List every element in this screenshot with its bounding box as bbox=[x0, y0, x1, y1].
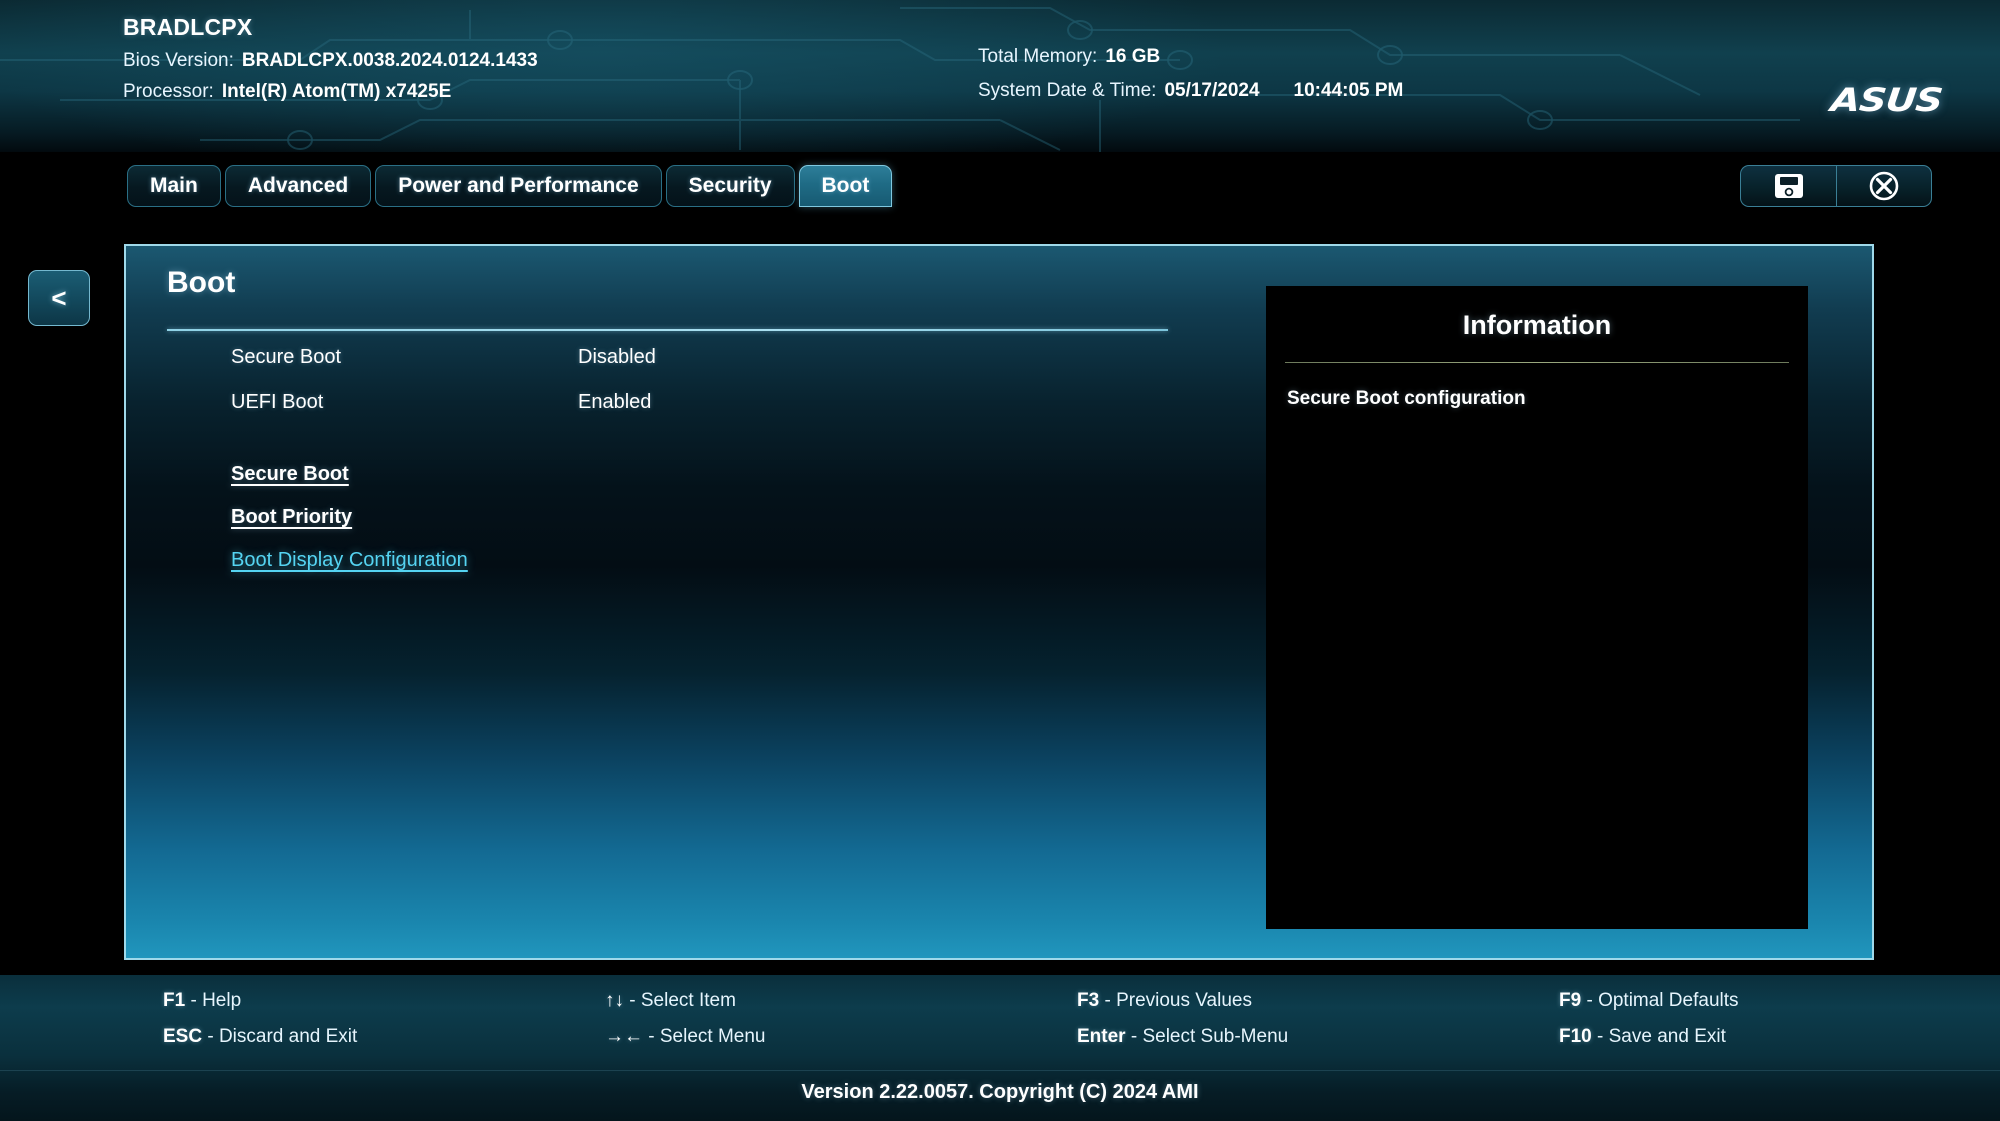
tab-power-and-performance[interactable]: Power and Performance bbox=[375, 165, 662, 207]
close-circle-icon bbox=[1869, 171, 1899, 201]
information-panel: Information Secure Boot configuration bbox=[1266, 286, 1808, 929]
tab-boot[interactable]: Boot bbox=[798, 165, 893, 207]
system-datetime-label: System Date & Time: bbox=[978, 80, 1157, 101]
settings-list: Secure Boot Disabled UEFI Boot Enabled bbox=[231, 346, 1231, 422]
processor-label: Processor: bbox=[123, 81, 214, 102]
hotkey-desc-esc: - Discard and Exit bbox=[202, 1026, 358, 1047]
title-divider bbox=[167, 329, 1168, 331]
hotkey-desc-select-menu: - Select Menu bbox=[643, 1026, 766, 1047]
tab-security[interactable]: Security bbox=[665, 165, 795, 207]
hotkey-key-left-right-arrows: →← bbox=[605, 1026, 643, 1047]
bios-header: BRADLCPX Bios Version: BRADLCPX.0038.2024… bbox=[0, 0, 2000, 152]
hotkey-legend: F1 - Help ESC - Discard and Exit ↑↓ - Se… bbox=[0, 975, 2000, 1067]
information-divider bbox=[1285, 362, 1789, 363]
bios-version-line: Bios Version: BRADLCPX.0038.2024.0124.143… bbox=[123, 50, 538, 72]
submenu-link-secure-boot[interactable]: Secure Boot bbox=[231, 463, 349, 486]
hotkey-key-up-down-arrows: ↑↓ bbox=[605, 990, 624, 1011]
header-button-group bbox=[1740, 165, 1932, 207]
hotkey-esc-discard-and-exit: ESC - Discard and Exit bbox=[163, 1026, 357, 1048]
submenu-list: Secure Boot Boot Priority Boot Display C… bbox=[231, 463, 468, 592]
information-body: Secure Boot configuration bbox=[1287, 388, 1526, 409]
hotkey-enter-select-sub-menu: Enter - Select Sub-Menu bbox=[1077, 1026, 1288, 1048]
hotkey-arrows-select-menu: →← - Select Menu bbox=[605, 1026, 766, 1048]
tab-boot-label: Boot bbox=[821, 174, 870, 197]
hotkey-key-f3: F3 bbox=[1077, 990, 1100, 1011]
version-copyright: Version 2.22.0057. Copyright (C) 2024 AM… bbox=[801, 1081, 1199, 1103]
tab-bar: Main Advanced Power and Performance Secu… bbox=[127, 165, 896, 207]
hotkey-key-f10: F10 bbox=[1559, 1026, 1592, 1047]
hotkey-f10-save-and-exit: F10 - Save and Exit bbox=[1559, 1026, 1739, 1048]
hotkey-column-2: ↑↓ - Select Item →← - Select Menu bbox=[605, 990, 766, 1062]
exit-button[interactable] bbox=[1836, 165, 1932, 207]
hotkey-key-f9: F9 bbox=[1559, 990, 1582, 1011]
processor-line: Processor: Intel(R) Atom(TM) x7425E bbox=[123, 81, 538, 103]
setting-value-uefi-boot: Enabled bbox=[578, 391, 652, 413]
hotkey-desc-f9: - Optimal Defaults bbox=[1581, 990, 1739, 1011]
footer-divider bbox=[0, 1070, 2000, 1071]
hotkey-desc-f1: - Help bbox=[185, 990, 242, 1011]
total-memory-label: Total Memory: bbox=[978, 46, 1098, 67]
system-time-value: 10:44:05 PM bbox=[1293, 80, 1404, 101]
board-name: BRADLCPX bbox=[123, 14, 253, 40]
hotkey-key-esc: ESC bbox=[163, 1026, 203, 1047]
hotkey-f1-help: F1 - Help bbox=[163, 990, 357, 1012]
tab-power-and-performance-label: Power and Performance bbox=[398, 174, 639, 197]
setting-label-secure-boot: Secure Boot bbox=[231, 346, 342, 368]
save-button[interactable] bbox=[1740, 165, 1836, 207]
processor-value: Intel(R) Atom(TM) x7425E bbox=[221, 81, 452, 102]
tab-security-label: Security bbox=[688, 174, 772, 197]
hotkey-column-3: F3 - Previous Values Enter - Select Sub-… bbox=[1077, 990, 1288, 1062]
system-info-right: Total Memory: 16 GB System Date & Time: 05… bbox=[978, 46, 1403, 102]
setting-label-uefi-boot: UEFI Boot bbox=[231, 391, 324, 413]
hotkey-column-1: F1 - Help ESC - Discard and Exit bbox=[163, 990, 357, 1062]
total-memory-line: Total Memory: 16 GB bbox=[978, 46, 1403, 68]
floppy-disk-icon bbox=[1774, 174, 1803, 198]
system-date-value: 05/17/2024 bbox=[1164, 80, 1260, 101]
information-title: Information bbox=[1462, 310, 1612, 340]
system-info-left: BRADLCPX Bios Version: BRADLCPX.0038.2024… bbox=[123, 14, 538, 103]
asus-logo: ASUS bbox=[1829, 81, 1944, 119]
bios-version-value: BRADLCPX.0038.2024.0124.1433 bbox=[241, 50, 538, 71]
tab-main-label: Main bbox=[150, 174, 198, 197]
tab-main[interactable]: Main bbox=[127, 165, 221, 207]
total-memory-value: 16 GB bbox=[1105, 46, 1161, 67]
setting-row-secure-boot[interactable]: Secure Boot Disabled bbox=[231, 346, 1231, 377]
back-button[interactable]: < bbox=[28, 270, 90, 326]
bios-version-label: Bios Version: bbox=[123, 50, 234, 71]
setting-value-secure-boot: Disabled bbox=[578, 346, 656, 368]
setting-row-uefi-boot[interactable]: UEFI Boot Enabled bbox=[231, 391, 1231, 422]
hotkey-arrows-select-item: ↑↓ - Select Item bbox=[605, 990, 766, 1012]
hotkey-desc-f3: - Previous Values bbox=[1099, 990, 1252, 1011]
hotkey-key-enter: Enter bbox=[1077, 1026, 1126, 1047]
hotkey-desc-select-item: - Select Item bbox=[624, 990, 736, 1011]
boot-settings-panel: Boot Secure Boot Disabled UEFI Boot Enab… bbox=[124, 244, 1874, 960]
hotkey-desc-f10: - Save and Exit bbox=[1591, 1026, 1726, 1047]
hotkey-f3-previous-values: F3 - Previous Values bbox=[1077, 990, 1288, 1012]
system-datetime-line: System Date & Time: 05/17/2024 10:44:05 PM bbox=[978, 80, 1403, 102]
page-title: Boot bbox=[167, 266, 236, 299]
submenu-link-boot-display-configuration[interactable]: Boot Display Configuration bbox=[231, 549, 468, 572]
hotkey-key-f1: F1 bbox=[163, 990, 186, 1011]
hotkey-f9-optimal-defaults: F9 - Optimal Defaults bbox=[1559, 990, 1739, 1012]
tab-advanced-label: Advanced bbox=[247, 174, 349, 197]
tab-advanced[interactable]: Advanced bbox=[224, 165, 372, 207]
hotkey-desc-enter: - Select Sub-Menu bbox=[1125, 1026, 1289, 1047]
submenu-link-boot-priority[interactable]: Boot Priority bbox=[231, 506, 352, 529]
hotkey-column-4: F9 - Optimal Defaults F10 - Save and Exi… bbox=[1559, 990, 1739, 1062]
